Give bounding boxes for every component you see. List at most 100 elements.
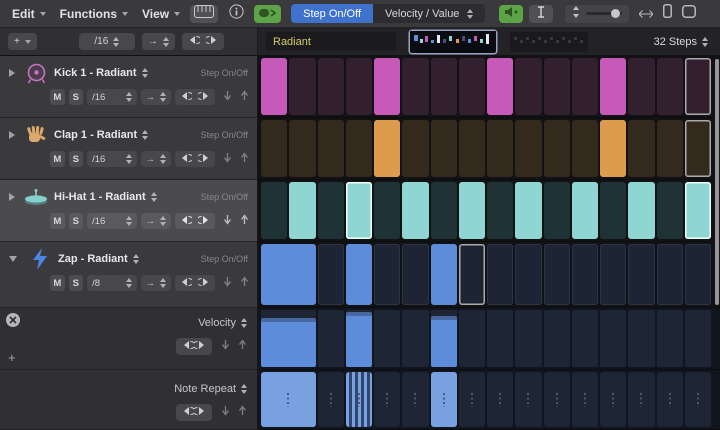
increment-value-button[interactable] <box>240 274 249 292</box>
increment-value-button[interactable] <box>238 403 247 421</box>
rotate-right-button[interactable] <box>198 277 210 290</box>
step-10[interactable] <box>515 182 541 239</box>
disclosure-triangle[interactable] <box>9 193 15 201</box>
rotate-right-button[interactable] <box>194 406 206 419</box>
track-header-zap[interactable]: Zap - Radiant Step On/Off M S /8 → <box>0 242 258 308</box>
mute-button[interactable]: M <box>50 213 65 229</box>
rotate-right-button[interactable] <box>198 215 210 228</box>
velocity-bar[interactable] <box>346 312 372 367</box>
note-repeat-step-7[interactable] <box>431 372 457 427</box>
velocity-step-7[interactable] <box>431 310 457 367</box>
portrait-view-icon[interactable] <box>663 4 672 23</box>
arrows-horizontal-icon[interactable] <box>639 5 653 23</box>
step-10[interactable] <box>515 120 541 177</box>
increment-value-button[interactable] <box>238 337 247 355</box>
step-15[interactable] <box>657 120 683 177</box>
zoom-slider[interactable] <box>586 12 622 15</box>
note-repeat-step-10[interactable] <box>515 372 541 427</box>
step-13[interactable] <box>600 244 626 305</box>
disclosure-triangle[interactable] <box>9 69 15 77</box>
step-8[interactable] <box>459 58 485 115</box>
edit-mode-step-onoff[interactable]: Step On/Off <box>291 4 373 23</box>
velocity-step-6[interactable] <box>402 310 428 367</box>
velocity-step-9[interactable] <box>487 310 513 367</box>
step-5[interactable] <box>374 120 400 177</box>
step-5[interactable] <box>374 58 400 115</box>
step-8[interactable] <box>459 120 485 177</box>
track-stepper[interactable] <box>142 130 148 140</box>
step-rate-control[interactable]: /16 <box>87 151 136 167</box>
playback-mode-stepper[interactable] <box>163 37 169 47</box>
rotate-left-button[interactable] <box>182 406 194 419</box>
step-rate-control[interactable]: /16 <box>87 89 136 105</box>
track-header-clap[interactable]: Clap 1 - Radiant Step On/Off M S /16 → <box>0 118 258 180</box>
step-7[interactable] <box>431 58 457 115</box>
rotate-left-button[interactable] <box>180 277 192 290</box>
edit-mode-stepper[interactable] <box>467 9 473 19</box>
step-8[interactable] <box>459 244 485 305</box>
step-1[interactable] <box>261 58 287 115</box>
note-repeat-step-5[interactable] <box>374 372 400 427</box>
step-16[interactable] <box>685 120 711 177</box>
add-subrow-button[interactable]: + <box>8 353 16 363</box>
edit-mode-velocity-value[interactable]: Velocity / Value <box>373 4 485 23</box>
step-7[interactable] <box>431 182 457 239</box>
step-rate-control[interactable]: /8 <box>87 275 136 291</box>
velocity-step-13[interactable] <box>600 310 626 367</box>
step-4[interactable] <box>346 58 372 115</box>
track-header-hihat[interactable]: Hi-Hat 1 - Radiant Step On/Off M S /16 → <box>0 180 258 242</box>
note-repeat-step-9[interactable] <box>487 372 513 427</box>
step-15[interactable] <box>657 244 683 305</box>
step-12[interactable] <box>572 58 598 115</box>
step-2[interactable] <box>289 120 315 177</box>
rotate-right-button[interactable] <box>206 35 218 48</box>
step-14[interactable] <box>628 244 654 305</box>
text-tool-button[interactable] <box>529 5 553 23</box>
step-1[interactable] <box>261 182 287 239</box>
increment-value-button[interactable] <box>240 212 249 230</box>
track-stepper[interactable] <box>151 192 157 202</box>
step-13[interactable] <box>600 120 626 177</box>
playback-mode-control[interactable]: → <box>141 275 172 291</box>
add-row-button[interactable]: + <box>8 33 37 50</box>
velocity-bar[interactable] <box>261 318 316 367</box>
step-9[interactable] <box>487 244 513 305</box>
step-3[interactable] <box>318 182 344 239</box>
step-rate-control[interactable]: /16 <box>87 213 136 229</box>
musical-typing-button[interactable] <box>190 5 218 23</box>
pattern-length-control[interactable]: 32 Steps <box>654 36 712 48</box>
velocity-step-10[interactable] <box>515 310 541 367</box>
velocity-step-16[interactable] <box>685 310 711 367</box>
pattern-name-field[interactable]: Radiant <box>266 32 396 51</box>
decrement-value-button[interactable] <box>221 337 230 355</box>
pattern-playback-mode[interactable]: → <box>142 33 175 50</box>
step-6[interactable] <box>402 58 428 115</box>
step-2[interactable] <box>289 58 315 115</box>
step-14[interactable] <box>628 58 654 115</box>
note-repeat-step-13[interactable] <box>600 372 626 427</box>
disclosure-triangle-open[interactable] <box>9 256 17 262</box>
solo-button[interactable]: S <box>69 151 84 167</box>
note-repeat-step-14[interactable] <box>628 372 654 427</box>
step-6[interactable] <box>402 120 428 177</box>
note-repeat-step-12[interactable] <box>572 372 598 427</box>
step-3[interactable] <box>318 244 344 305</box>
step-13[interactable] <box>600 58 626 115</box>
step-11[interactable] <box>544 120 570 177</box>
close-subrow-button[interactable] <box>6 313 20 327</box>
menu-functions[interactable]: Functions <box>56 7 132 21</box>
step-1[interactable] <box>261 244 316 305</box>
rotate-right-button[interactable] <box>198 91 210 104</box>
pattern-thumbnail-active[interactable] <box>410 31 496 53</box>
velocity-bar[interactable] <box>431 316 457 367</box>
increment-value-button[interactable] <box>240 88 249 106</box>
step-13[interactable] <box>600 182 626 239</box>
velocity-step-14[interactable] <box>628 310 654 367</box>
rotate-left-button[interactable] <box>180 215 192 228</box>
playback-mode-control[interactable]: → <box>141 151 172 167</box>
pattern-rate-control[interactable]: /16 <box>79 33 135 50</box>
step-5[interactable] <box>374 182 400 239</box>
rotate-left-button[interactable] <box>188 35 200 48</box>
note-repeat-step-16[interactable] <box>685 372 711 427</box>
step-11[interactable] <box>544 58 570 115</box>
